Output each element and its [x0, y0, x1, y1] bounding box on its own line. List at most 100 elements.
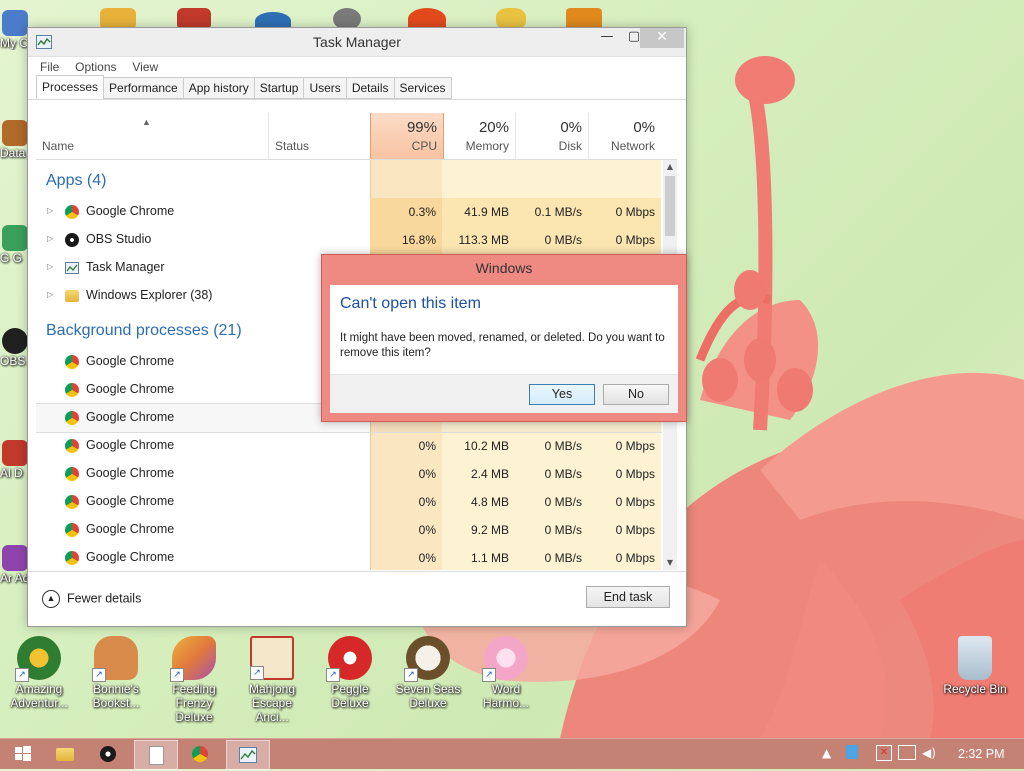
- skull-icon: ↗: [404, 636, 450, 682]
- error-dialog: Windows Can't open this item It might ha…: [321, 254, 687, 422]
- desktop-icon-computer[interactable]: My C: [0, 10, 30, 50]
- obs-icon: [100, 746, 116, 762]
- peggle-icon: ↗: [326, 636, 372, 682]
- game-icon: [2, 545, 28, 571]
- tab-performance[interactable]: Performance: [103, 77, 184, 99]
- taskbar-chrome[interactable]: [180, 740, 222, 768]
- fewer-details-link[interactable]: ▲ Fewer details: [42, 590, 141, 608]
- column-header-status[interactable]: Status: [268, 113, 371, 159]
- volume-icon[interactable]: ◀): [922, 746, 936, 760]
- data-icon: [2, 120, 28, 146]
- table-row[interactable]: ▷ OBS Studio 16.8% 113.3 MB 0 MB/s 0 Mbp…: [36, 226, 662, 254]
- flower-icon: ↗: [482, 636, 528, 682]
- scroll-up-icon[interactable]: ▲: [663, 160, 677, 174]
- minimize-button[interactable]: —: [593, 28, 621, 48]
- fish-icon: ↗: [170, 636, 216, 682]
- obs-icon: [2, 328, 28, 354]
- column-header-name[interactable]: ▲ Name: [36, 113, 268, 159]
- footer-bar: ▲ Fewer details End task: [28, 571, 686, 626]
- show-hidden-icons-icon[interactable]: ▲: [822, 746, 831, 760]
- tab-services[interactable]: Services: [393, 77, 452, 99]
- game-icon: [2, 225, 28, 251]
- desktop-icon-game-3[interactable]: Ar Adv: [0, 545, 30, 585]
- yes-button[interactable]: Yes: [529, 384, 595, 405]
- no-button[interactable]: No: [603, 384, 669, 405]
- action-center-icon[interactable]: [846, 745, 858, 759]
- table-row[interactable]: ▷ Google Chrome 0.3% 41.9 MB 0.1 MB/s 0 …: [36, 198, 662, 226]
- desktop-icon-amazing-adventures[interactable]: ↗ Amazing Adventur...: [4, 636, 74, 710]
- menu-view[interactable]: View: [126, 57, 164, 77]
- chrome-icon: [65, 551, 79, 565]
- desktop-icon-game[interactable]: G G: [0, 225, 30, 265]
- computer-icon: [2, 10, 28, 36]
- dialog-message: It might have been moved, renamed, or de…: [340, 332, 665, 359]
- column-header-row: ▲ Name Status 99% CPU 20% Memory 0% Disk…: [36, 113, 677, 160]
- task-manager-icon: [65, 262, 79, 274]
- document-icon: [149, 746, 164, 765]
- expand-icon[interactable]: ▷: [47, 262, 53, 271]
- sort-up-icon: ▲: [142, 117, 151, 127]
- clock[interactable]: 2:32 PM: [958, 747, 1005, 761]
- expand-icon[interactable]: ▷: [47, 290, 53, 299]
- title-bar[interactable]: Task Manager — ▢ ✕: [28, 28, 686, 57]
- desktop-icon-obs[interactable]: OBS: [0, 328, 30, 368]
- dialog-body: Can't open this item It might have been …: [330, 285, 678, 413]
- expand-icon[interactable]: ▷: [47, 206, 53, 215]
- table-row[interactable]: Google Chrome 0% 4.8 MB 0 MB/s 0 Mbps: [36, 488, 662, 516]
- obs-icon: [65, 233, 79, 247]
- tab-strip: Processes Performance App history Startu…: [28, 75, 686, 100]
- column-header-network[interactable]: 0% Network: [588, 113, 661, 159]
- column-header-cpu[interactable]: 99% CPU: [370, 113, 444, 159]
- tab-startup[interactable]: Startup: [253, 77, 305, 99]
- group-header-apps[interactable]: Apps (4): [46, 172, 106, 190]
- table-row[interactable]: Google Chrome 0% 9.2 MB 0 MB/s 0 Mbps: [36, 516, 662, 544]
- column-header-memory[interactable]: 20% Memory: [442, 113, 516, 159]
- menu-options[interactable]: Options: [69, 57, 122, 77]
- tab-app-history[interactable]: App history: [182, 77, 255, 99]
- taskbar-task-manager[interactable]: [226, 740, 270, 770]
- scroll-down-icon[interactable]: ▼: [663, 556, 677, 570]
- flag-alert-icon[interactable]: ✕: [876, 745, 892, 761]
- start-button[interactable]: [2, 740, 44, 768]
- taskbar-notepad[interactable]: [134, 740, 178, 770]
- chrome-icon: [65, 205, 79, 219]
- table-row[interactable]: Google Chrome 0% 10.2 MB 0 MB/s 0 Mbps: [36, 432, 662, 460]
- table-row[interactable]: Google Chrome 0% 2.4 MB 0 MB/s 0 Mbps: [36, 460, 662, 488]
- desktop-icon-seven-seas[interactable]: ↗ Seven Seas Deluxe: [393, 636, 463, 710]
- desktop-icon-game-2[interactable]: Al D: [0, 440, 30, 480]
- group-header-background[interactable]: Background processes (21): [46, 322, 242, 340]
- desktop-icon-data[interactable]: Data: [0, 120, 30, 160]
- network-icon[interactable]: [898, 745, 916, 760]
- menu-file[interactable]: File: [34, 57, 65, 77]
- end-task-button[interactable]: End task: [586, 586, 670, 608]
- desktop-icon-feeding-frenzy[interactable]: ↗ Feeding Frenzy Deluxe: [159, 636, 229, 724]
- desktop-icon-word-harmony[interactable]: ↗ Word Harmo...: [471, 636, 541, 710]
- tab-users[interactable]: Users: [303, 77, 347, 99]
- desktop-icon-recycle-bin[interactable]: Recycle Bin: [940, 636, 1010, 696]
- desktop-icon-peggle-deluxe[interactable]: ↗ Peggle Deluxe: [315, 636, 385, 710]
- column-header-disk[interactable]: 0% Disk: [515, 113, 589, 159]
- menu-bar: File Options View: [28, 57, 686, 77]
- folder-icon: [56, 748, 74, 761]
- dialog-heading: Can't open this item: [340, 295, 481, 312]
- taskbar-obs[interactable]: [88, 740, 130, 768]
- compass-icon: ↗: [15, 636, 61, 682]
- close-button[interactable]: ✕: [640, 28, 684, 48]
- scroll-thumb[interactable]: [665, 176, 675, 236]
- chrome-icon: [65, 439, 79, 453]
- tab-details[interactable]: Details: [345, 77, 395, 99]
- folder-icon: [65, 290, 79, 302]
- tab-processes[interactable]: Processes: [36, 75, 105, 99]
- table-row[interactable]: Google Chrome 0% 1.1 MB 0 MB/s 0 Mbps: [36, 544, 662, 570]
- chrome-icon: [65, 495, 79, 509]
- chrome-icon: [65, 523, 79, 537]
- taskbar: ▲ ✕ ◀) 2:32 PM: [0, 738, 1024, 770]
- window-title: Task Manager: [313, 34, 401, 50]
- windows-logo-icon: [15, 746, 31, 761]
- desktop-icon-mahjong-escape[interactable]: ↗ Mahjong Escape Anci...: [237, 636, 307, 724]
- desktop-icon-bonnies-bookstore[interactable]: ↗ Bonnie's Bookst...: [81, 636, 151, 710]
- taskbar-file-explorer[interactable]: [44, 740, 86, 768]
- dialog-button-bar: Yes No: [330, 374, 678, 413]
- expand-icon[interactable]: ▷: [47, 234, 53, 243]
- task-manager-icon: [239, 747, 257, 763]
